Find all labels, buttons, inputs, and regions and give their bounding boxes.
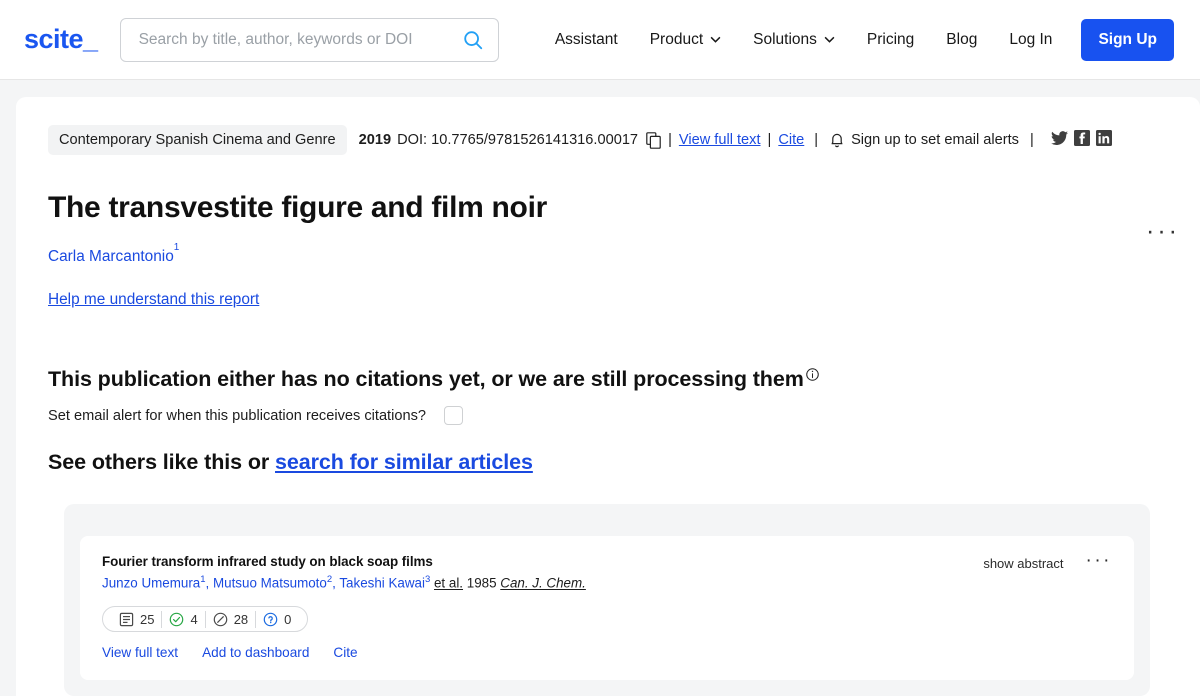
see-others-heading: See others like this or search for simil… (48, 450, 1168, 475)
similar-results-container: Fourier transform infrared study on blac… (64, 504, 1150, 696)
view-full-text-link[interactable]: View full text (679, 132, 761, 148)
email-alerts-text[interactable]: Sign up to set email alerts (851, 132, 1019, 148)
similar-result-actions: View full text Add to dashboard Cite (102, 645, 983, 660)
nav-label: Blog (946, 30, 978, 48)
nav-link-blog[interactable]: Blog (930, 31, 993, 49)
comma: , (205, 575, 213, 591)
cite-link[interactable]: Cite (333, 645, 357, 660)
nav-link-product[interactable]: Product (634, 31, 737, 49)
top-navbar: scite_ Assistant Product Solutions Prici… (0, 0, 1200, 80)
similar-result-side-actions: show abstract ··· (983, 551, 1112, 660)
author-name[interactable]: Mutsuo Matsumoto (213, 576, 327, 591)
author-name: Carla Marcantonio (48, 248, 174, 266)
chevron-down-icon (710, 36, 721, 43)
citations-heading-text: This publication either has no citations… (48, 367, 804, 392)
journal-chip[interactable]: Contemporary Spanish Cinema and Genre (48, 125, 347, 155)
scite-logo[interactable]: scite_ (24, 24, 98, 55)
publication-meta-row: Contemporary Spanish Cinema and Genre 20… (48, 125, 1168, 155)
sign-up-button[interactable]: Sign Up (1081, 18, 1174, 61)
similar-result-more-menu[interactable]: ··· (1086, 551, 1112, 570)
email-alert-label: Set email alert for when this publicatio… (48, 407, 427, 424)
badge-value: 25 (140, 611, 155, 627)
doi-label: DOI: (397, 132, 428, 148)
add-to-dashboard-link[interactable]: Add to dashboard (202, 645, 309, 660)
cite-link[interactable]: Cite (778, 132, 804, 148)
search-similar-articles-link[interactable]: search for similar articles (275, 450, 533, 474)
twitter-icon[interactable] (1050, 130, 1068, 150)
nav-links: Assistant Product Solutions Pricing Blog… (539, 18, 1174, 61)
supporting-check-icon (169, 612, 184, 627)
author-link[interactable]: Carla Marcantonio1 (48, 242, 1168, 266)
info-icon[interactable] (804, 367, 819, 381)
nav-label: Solutions (753, 30, 817, 48)
badge-contrasting[interactable]: 0 (256, 612, 298, 627)
similar-result-authors: Junzo Umemura1, Mutsuo Matsumoto2, Takes… (102, 573, 983, 593)
copy-icon[interactable] (638, 131, 661, 149)
author-name[interactable]: Takeshi Kawai (339, 576, 425, 591)
badge-mentioning[interactable]: 28 (206, 612, 255, 627)
publication-more-menu[interactable]: ··· (1146, 219, 1180, 244)
et-al-label[interactable]: et al. (434, 576, 463, 591)
meta-separator: | (668, 132, 672, 148)
view-full-text-link[interactable]: View full text (102, 645, 178, 660)
citation-badges: 25 4 28 0 (102, 606, 309, 633)
contrasting-question-icon (263, 612, 278, 627)
nav-link-login[interactable]: Log In (993, 31, 1068, 49)
search-icon[interactable] (462, 29, 484, 51)
similar-result-title[interactable]: Fourier transform infrared study on blac… (102, 554, 983, 569)
page-title: The transvestite figure and film noir (48, 191, 547, 224)
see-others-prefix: See others like this or (48, 450, 276, 475)
search-box[interactable] (119, 17, 499, 62)
badge-supporting[interactable]: 4 (162, 612, 204, 627)
show-abstract-toggle[interactable]: show abstract (983, 556, 1063, 571)
nav-link-assistant[interactable]: Assistant (539, 31, 634, 49)
email-alert-checkbox[interactable] (444, 406, 464, 426)
publication-year: 2019 (358, 132, 392, 148)
search-input[interactable] (136, 29, 462, 50)
similar-result-journal[interactable]: Can. J. Chem. (500, 576, 586, 591)
publication-icon (119, 612, 134, 627)
linkedin-icon[interactable] (1095, 130, 1112, 150)
chevron-down-icon (824, 36, 835, 43)
publication-card: Contemporary Spanish Cinema and Genre 20… (16, 97, 1200, 696)
nav-label: Assistant (554, 30, 618, 48)
author-sup: 3 (424, 574, 431, 586)
bell-icon[interactable] (828, 132, 851, 149)
nav-label: Pricing (866, 30, 915, 48)
badge-value: 28 (233, 611, 249, 627)
facebook-icon[interactable] (1073, 130, 1090, 150)
nav-link-solutions[interactable]: Solutions (737, 31, 851, 49)
mentioning-slash-icon (213, 612, 228, 627)
author-affiliation-sup: 1 (173, 241, 180, 253)
similar-result-main: Fourier transform infrared study on blac… (102, 554, 983, 660)
meta-separator: | (767, 132, 772, 148)
help-understand-report-link[interactable]: Help me understand this report (48, 291, 259, 309)
nav-label: Product (649, 30, 704, 48)
citations-heading: This publication either has no citations… (48, 367, 1168, 392)
nav-label: Log In (1009, 30, 1053, 48)
meta-separator: | (1029, 132, 1034, 148)
badge-value: 4 (190, 611, 198, 627)
author-name[interactable]: Junzo Umemura (102, 576, 200, 591)
similar-result-year: 1985 (466, 575, 497, 591)
list-item[interactable]: Fourier transform infrared study on blac… (80, 536, 1134, 681)
meta-separator: | (814, 132, 819, 148)
badge-value: 0 (284, 611, 292, 627)
nav-link-pricing[interactable]: Pricing (851, 31, 930, 49)
doi-value: 10.7765/9781526141316.00017 (431, 132, 639, 148)
badge-publications[interactable]: 25 (112, 612, 161, 627)
email-alert-row: Set email alert for when this publicatio… (48, 406, 1168, 426)
